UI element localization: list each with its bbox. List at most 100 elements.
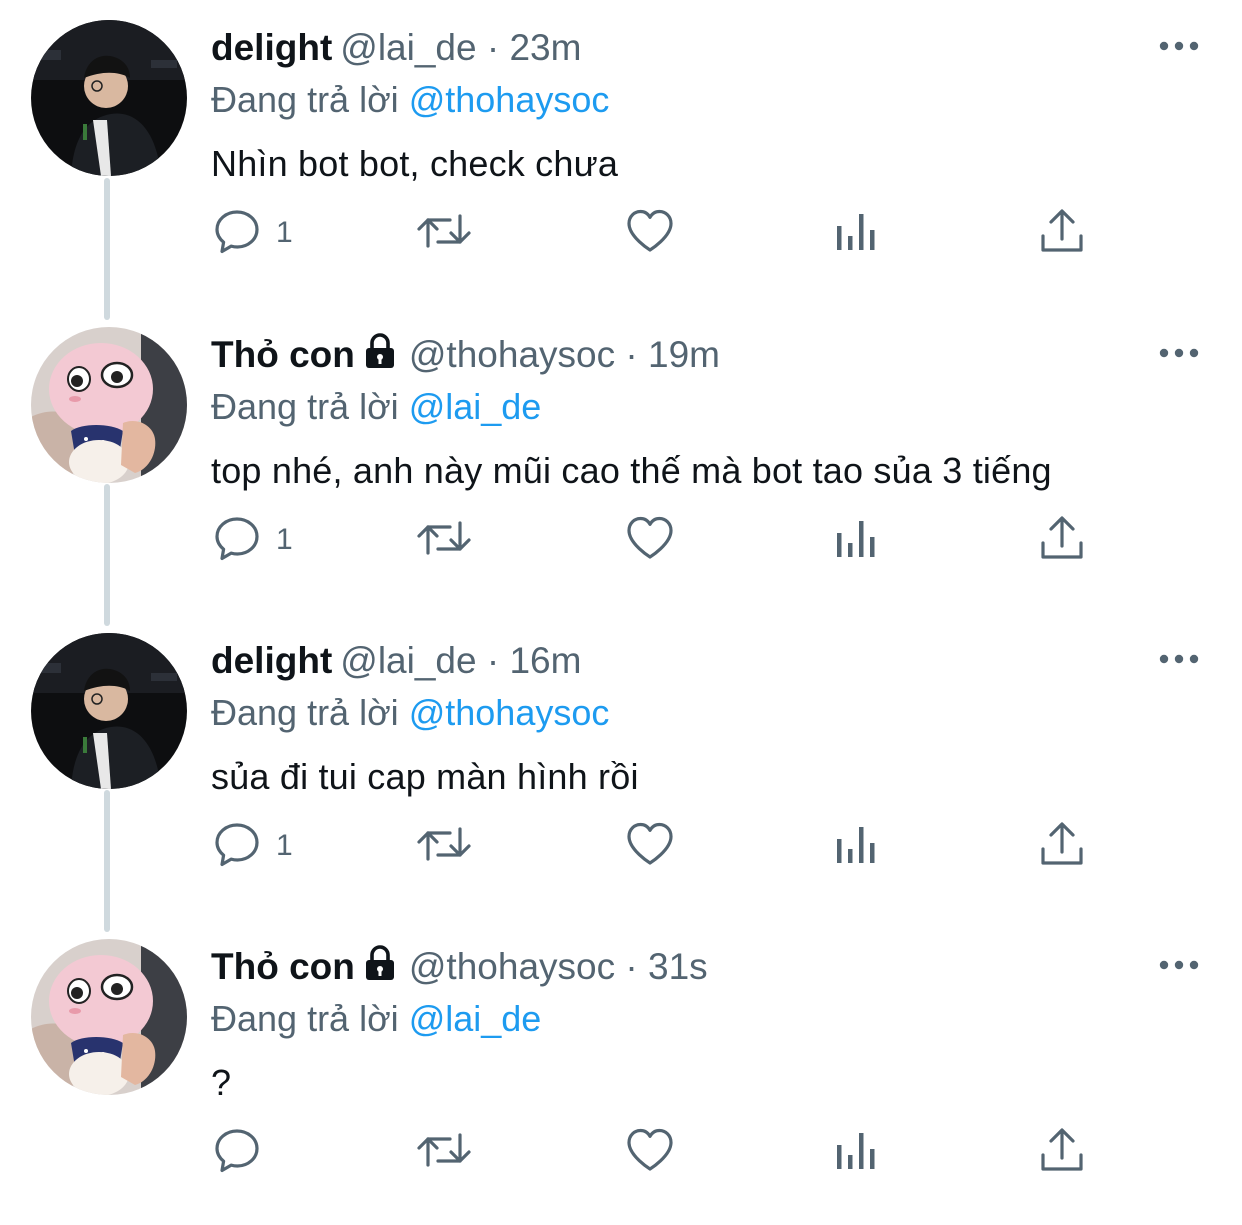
tweet[interactable]: delight @lai_de · 23m Đang trả lời @thoha… — [0, 0, 1242, 306]
like-button[interactable] — [625, 512, 675, 568]
avatar[interactable] — [31, 20, 187, 176]
tweet-header: delight @lai_de · 16m — [211, 639, 581, 683]
lock-icon — [363, 333, 397, 379]
profile-photo-plush — [31, 327, 187, 483]
replying-to: Đang trả lời @thohaysoc — [211, 691, 609, 735]
user-handle[interactable]: @thohaysoc — [409, 946, 615, 987]
avatar[interactable] — [31, 327, 187, 483]
retweet-button[interactable] — [416, 1124, 472, 1180]
analytics-icon — [833, 206, 883, 261]
separator-dot: · — [486, 27, 500, 68]
replying-prefix: Đang trả lời — [211, 692, 399, 733]
more-icon[interactable] — [1158, 36, 1200, 56]
share-icon — [1037, 1125, 1087, 1180]
timestamp[interactable]: 19m — [648, 334, 720, 375]
replying-to: Đang trả lời @lai_de — [211, 385, 541, 429]
like-button[interactable] — [625, 1124, 675, 1180]
share-button[interactable] — [1037, 205, 1087, 261]
reply-button[interactable]: 1 — [212, 205, 293, 261]
timestamp[interactable]: 31s — [648, 946, 708, 987]
replying-prefix: Đang trả lời — [211, 79, 399, 120]
share-button[interactable] — [1037, 512, 1087, 568]
mention-link[interactable]: @lai_de — [409, 998, 542, 1039]
like-icon — [625, 513, 675, 568]
tweet[interactable]: delight @lai_de · 16m Đang trả lời @thoha… — [0, 613, 1242, 919]
tweet-header: delight @lai_de · 23m — [211, 26, 581, 70]
tweet-header: Thỏ con @thohaysoc · 31s — [211, 945, 708, 991]
action-bar: 1 — [0, 818, 1242, 878]
retweet-icon — [416, 1125, 472, 1180]
retweet-icon — [416, 206, 472, 261]
replying-prefix: Đang trả lời — [211, 998, 399, 1039]
timestamp[interactable]: 23m — [509, 27, 581, 68]
separator-dot: · — [486, 640, 500, 681]
lock-icon — [363, 945, 397, 991]
mention-link[interactable]: @thohaysoc — [409, 79, 610, 120]
like-icon — [625, 206, 675, 261]
tweet-text: Nhìn bot bot, check chưa — [211, 143, 619, 184]
tweet-text: sủa đi tui cap màn hình rồi — [211, 756, 639, 797]
analytics-icon — [833, 819, 883, 874]
analytics-button[interactable] — [833, 205, 883, 261]
more-icon[interactable] — [1158, 343, 1200, 363]
user-handle[interactable]: @thohaysoc — [409, 334, 615, 375]
retweet-icon — [416, 819, 472, 874]
display-name[interactable]: Thỏ con — [211, 334, 355, 375]
analytics-button[interactable] — [833, 512, 883, 568]
more-icon[interactable] — [1158, 649, 1200, 669]
user-handle[interactable]: @lai_de — [340, 640, 476, 681]
user-handle[interactable]: @lai_de — [340, 27, 476, 68]
reply-icon — [212, 513, 262, 568]
replying-prefix: Đang trả lời — [211, 386, 399, 427]
action-bar: 1 — [0, 512, 1242, 572]
timestamp[interactable]: 16m — [509, 640, 581, 681]
mention-link[interactable]: @thohaysoc — [409, 692, 610, 733]
share-icon — [1037, 206, 1087, 261]
reply-button[interactable]: 1 — [212, 512, 293, 568]
reply-icon — [212, 1125, 262, 1180]
analytics-icon — [833, 1125, 883, 1180]
like-button[interactable] — [625, 818, 675, 874]
analytics-icon — [833, 513, 883, 568]
tweet-text: ? — [211, 1062, 232, 1103]
replying-to: Đang trả lời @lai_de — [211, 997, 541, 1041]
display-name[interactable]: delight — [211, 640, 332, 681]
share-button[interactable] — [1037, 818, 1087, 874]
retweet-button[interactable] — [416, 818, 472, 874]
separator-dot: · — [625, 946, 638, 987]
action-bar — [0, 1124, 1242, 1184]
tweet-text: top nhé, anh này mũi cao thế mà bot tao … — [211, 450, 1052, 491]
reply-count: 1 — [276, 216, 293, 249]
replying-to: Đang trả lời @thohaysoc — [211, 78, 609, 122]
profile-photo-man — [31, 633, 187, 789]
avatar[interactable] — [31, 633, 187, 789]
share-button[interactable] — [1037, 1124, 1087, 1180]
share-icon — [1037, 819, 1087, 874]
more-icon[interactable] — [1158, 955, 1200, 975]
analytics-button[interactable] — [833, 1124, 883, 1180]
display-name[interactable]: Thỏ con — [211, 946, 355, 987]
separator-dot: · — [625, 334, 638, 375]
retweet-button[interactable] — [416, 205, 472, 261]
reply-count: 1 — [276, 523, 293, 556]
tweet[interactable]: Thỏ con @thohaysoc · 31s Đang trả lời @la… — [0, 919, 1242, 1225]
reply-count: 1 — [276, 829, 293, 862]
action-bar: 1 — [0, 205, 1242, 265]
reply-button[interactable] — [212, 1124, 262, 1180]
reply-icon — [212, 819, 262, 874]
reply-button[interactable]: 1 — [212, 818, 293, 874]
reply-icon — [212, 206, 262, 261]
mention-link[interactable]: @lai_de — [409, 386, 542, 427]
like-icon — [625, 1125, 675, 1180]
tweet-header: Thỏ con @thohaysoc · 19m — [211, 333, 720, 379]
display-name[interactable]: delight — [211, 27, 332, 68]
tweet[interactable]: Thỏ con @thohaysoc · 19m Đang trả lời @la… — [0, 307, 1242, 613]
analytics-button[interactable] — [833, 818, 883, 874]
like-icon — [625, 819, 675, 874]
avatar[interactable] — [31, 939, 187, 1095]
profile-photo-plush — [31, 939, 187, 1095]
like-button[interactable] — [625, 205, 675, 261]
retweet-icon — [416, 513, 472, 568]
retweet-button[interactable] — [416, 512, 472, 568]
share-icon — [1037, 513, 1087, 568]
